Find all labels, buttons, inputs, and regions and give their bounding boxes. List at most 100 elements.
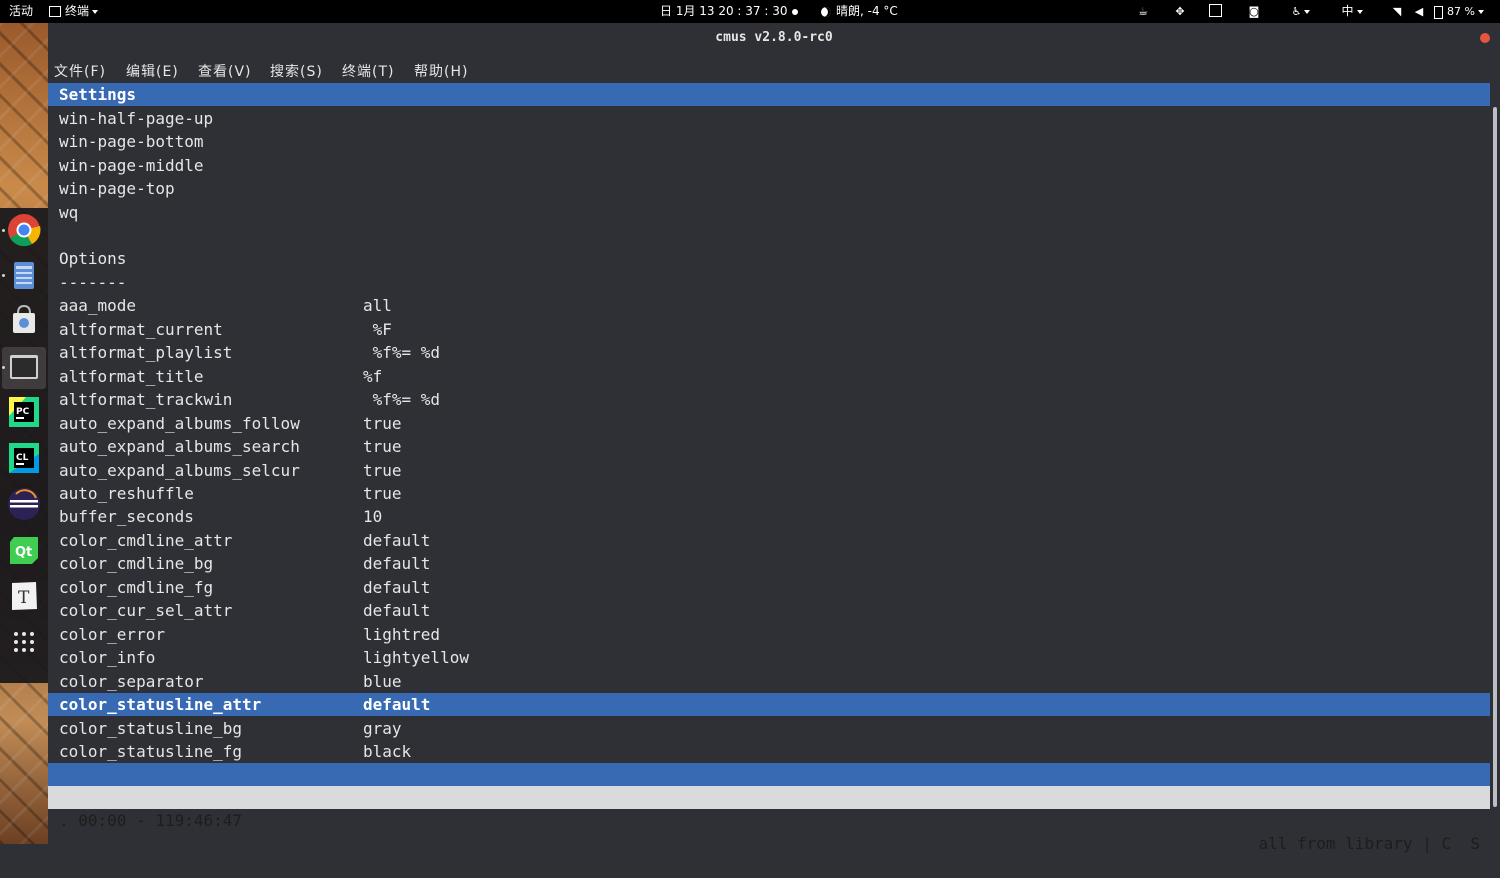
qt-creator-icon[interactable]: Qt [6,532,42,568]
terminal-content[interactable]: Settings win-half-page-up win-page-botto… [48,83,1490,853]
option-row[interactable]: color_cmdline_bg default [48,552,1490,575]
option-value: lightyellow [363,648,469,667]
chrome-icon[interactable] [6,212,42,248]
option-value: blue [363,672,402,691]
weather[interactable]: 晴朗, -4 °C [821,0,898,23]
clock[interactable]: 日 1月 13 20 : 37 : 30 [660,0,798,23]
option-name: buffer_seconds [59,507,194,526]
option-row[interactable]: altformat_current %F [48,318,1490,341]
title-line-bar [48,763,1490,786]
option-row[interactable]: altformat_playlist %f%= %d [48,341,1490,364]
option-value: true [363,484,402,503]
running-indicator [2,366,5,369]
option-row[interactable]: color_cur_sel_attr default [48,599,1490,622]
option-row-selected[interactable]: color_statusline_attr default [48,693,1490,716]
option-value: default [363,695,431,714]
option-name: color_cmdline_bg [59,554,214,573]
menu-help[interactable]: 帮助(H) [414,61,468,81]
pycharm-icon[interactable]: PC [6,394,42,430]
volume-icon[interactable]: ◀ [1410,4,1428,19]
camera-icon[interactable]: ◙ [1245,4,1263,19]
close-icon[interactable] [1480,33,1490,43]
option-value: lightred [363,625,441,644]
option-row[interactable]: color_statusline_bg gray [48,717,1490,740]
option-name: altformat_current [59,320,223,339]
menu-file[interactable]: 文件(F) [54,61,106,81]
activities-button[interactable]: 活动 [9,0,33,23]
option-value: %F [363,320,392,339]
option-row[interactable]: auto_reshuffle true [48,482,1490,505]
accessibility-icon[interactable]: ♿ [1286,4,1316,19]
option-value: gray [363,719,402,738]
running-indicator [2,274,5,277]
option-row[interactable]: color_cmdline_fg default [48,576,1490,599]
option-value: default [363,601,431,620]
option-row[interactable]: color_separator blue [48,670,1490,693]
option-name: altformat_trackwin [59,390,233,409]
mug-icon[interactable]: ☕ [1134,4,1152,19]
input-method-indicator[interactable]: 中 [1338,4,1366,19]
option-row[interactable]: auto_expand_albums_search true [48,435,1490,458]
option-name: aaa_mode [59,296,137,315]
app-menu[interactable]: 终端 [49,0,99,23]
command-name: wq [59,203,79,222]
option-name: color_cur_sel_attr [59,601,233,620]
options-title: Options [59,249,127,268]
terminal-window: cmus v2.8.0-rc0 文件(F) 编辑(E) 查看(V) 搜索(S) … [48,23,1500,853]
notification-dot-icon [791,8,798,15]
option-value: true [363,414,402,433]
option-row[interactable]: buffer_seconds 10 [48,505,1490,528]
svg-text:PC: PC [16,407,30,417]
option-value: %f%= %d [363,390,441,409]
software-store-icon[interactable] [6,302,42,338]
terminal-icon[interactable] [6,349,42,385]
paw-icon[interactable]: ✥ [1171,4,1189,19]
options-title-row: Options [48,247,1490,270]
option-name: altformat_playlist [59,343,233,362]
command-row[interactable]: win-page-middle [48,154,1490,177]
option-row[interactable]: auto_expand_albums_follow true [48,412,1490,435]
command-row[interactable]: win-page-top [48,177,1490,200]
option-name: color_cmdline_attr [59,531,233,550]
menu-edit[interactable]: 编辑(E) [126,61,179,81]
option-row[interactable]: color_statusline_fg black [48,740,1490,763]
status-line: . 00:00 - 119:46:47 all from library | C… [48,786,1490,853]
menu-search[interactable]: 搜索(S) [270,61,323,81]
command-row[interactable]: win-page-bottom [48,130,1490,153]
option-row[interactable]: altformat_trackwin %f%= %d [48,388,1490,411]
option-name: color_error [59,625,165,644]
top-bar: 活动 终端 日 1月 13 20 : 37 : 30 晴朗, -4 °C ☕ ✥… [0,0,1500,23]
battery-indicator[interactable]: 87 % [1434,4,1498,19]
option-name: auto_expand_albums_selcur [59,461,300,480]
files-icon[interactable] [6,257,42,293]
option-row[interactable]: color_info lightyellow [48,646,1490,669]
menu-view[interactable]: 查看(V) [198,61,252,81]
option-name: auto_reshuffle [59,484,194,503]
option-name: altformat_title [59,367,204,386]
option-row[interactable]: color_cmdline_attr default [48,529,1490,552]
typora-icon[interactable]: T [6,578,42,614]
option-name: color_statusline_attr [59,695,262,714]
option-row[interactable]: auto_expand_albums_selcur true [48,459,1490,482]
option-value: black [363,742,412,761]
scrollbar[interactable] [1493,107,1497,807]
command-row[interactable]: win-half-page-up [48,107,1490,130]
command-row[interactable]: wq [48,201,1490,224]
window-titlebar[interactable]: cmus v2.8.0-rc0 [48,23,1500,55]
chevron-down-icon [92,9,99,14]
app-grid-icon[interactable] [6,624,42,660]
menu-terminal[interactable]: 终端(T) [342,61,394,81]
command-name: win-page-bottom [59,132,204,151]
svg-text:T: T [18,588,30,608]
chart-icon[interactable] [1207,4,1223,19]
wifi-icon[interactable]: ◥ [1388,4,1406,19]
option-row[interactable]: aaa_mode all [48,294,1490,317]
option-row[interactable]: color_error lightred [48,623,1490,646]
option-row[interactable]: altformat_title %f [48,365,1490,388]
menu-bar: 文件(F) 编辑(E) 查看(V) 搜索(S) 终端(T) 帮助(H) [48,55,1500,83]
option-value: 10 [363,507,383,526]
window-title: cmus v2.8.0-rc0 [715,30,833,45]
clion-icon[interactable]: CL [6,440,42,476]
option-name: auto_expand_albums_follow [59,414,300,433]
eclipse-icon[interactable] [6,486,42,522]
